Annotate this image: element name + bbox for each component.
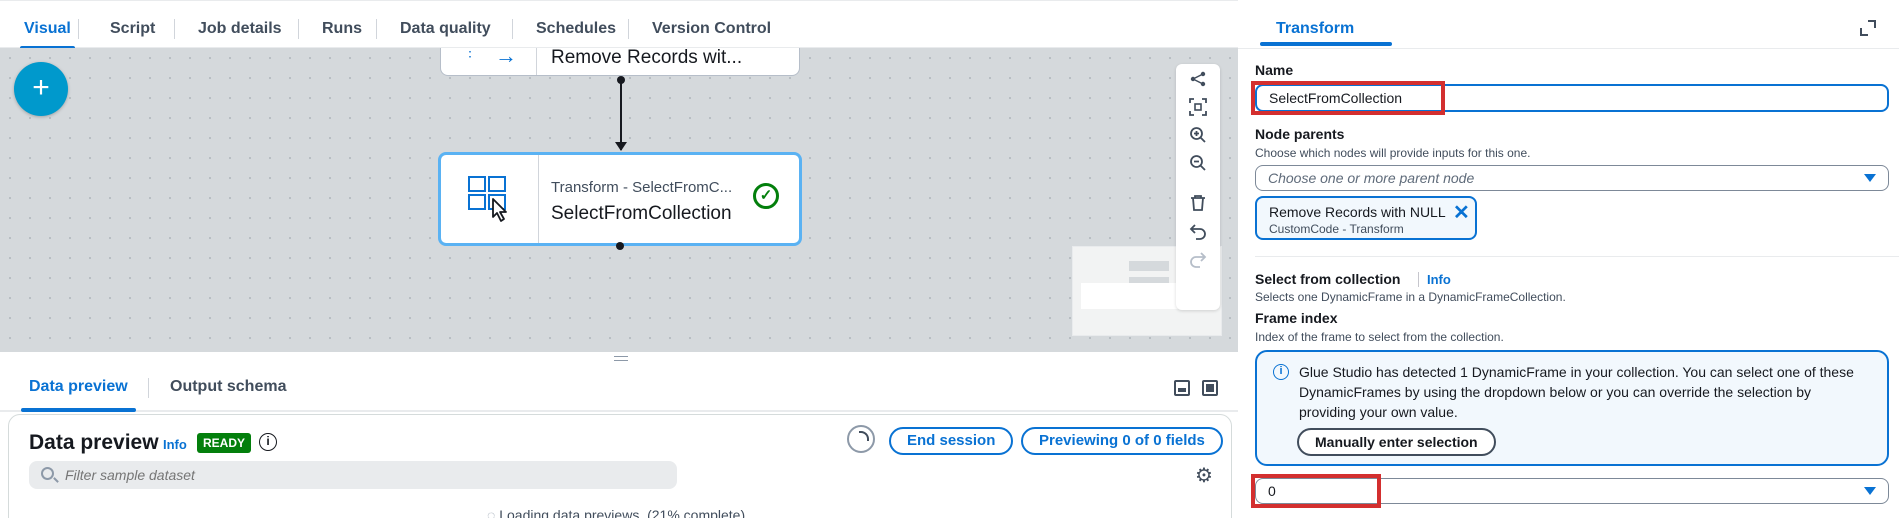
info-link[interactable]: Info [163,437,187,452]
tab-separator [174,19,175,39]
search-icon [41,467,54,480]
highlight-box [1251,474,1381,508]
node-title: SelectFromCollection [551,203,732,224]
add-node-button[interactable]: + [14,62,68,116]
panel-resize-handle[interactable] [0,352,1238,366]
tab-version-control[interactable]: Version Control [648,9,775,49]
split-full-icon[interactable] [1202,380,1218,396]
zoom-in-icon[interactable] [1186,126,1210,150]
loading-status: ◌ Loading data previews. (21% complete) [487,507,745,518]
connector-dot[interactable] [616,242,624,250]
tab-separator [78,19,79,39]
caret-down-icon [1864,174,1876,182]
filter-field[interactable] [29,461,677,489]
node-connector [620,80,622,150]
previewing-fields-button[interactable]: Previewing 0 of 0 fields [1021,427,1223,455]
data-preview-title: Data preview [29,431,159,454]
expand-icon[interactable] [1860,20,1876,36]
node-icon-box [441,155,539,243]
transform-panel: Transform Name Node parents Choose which… [1238,0,1899,518]
workflow-canvas[interactable]: + ⋮ → Remove Records wit... Transform - … [0,48,1238,352]
loading-spinner-icon: ◌ [487,507,496,518]
node-remove-records[interactable]: ⋮ → Remove Records wit... [440,48,800,76]
bottom-tab-bar: Data preview Output schema [0,366,1238,412]
delete-icon[interactable] [1186,194,1210,218]
section-description: Selects one DynamicFrame in a DynamicFra… [1255,290,1566,304]
node-subtitle: Transform - SelectFromC... [551,179,733,196]
frame-index-description: Index of the frame to select from the co… [1255,330,1504,344]
frame-index-label: Frame index [1255,310,1338,326]
zoom-out-icon[interactable] [1186,154,1210,178]
tab-output-schema[interactable]: Output schema [170,378,286,396]
layout-icon[interactable] [1186,70,1210,94]
canvas-toolbar [1176,64,1220,310]
tab-separator [148,378,149,398]
node-icon-box: ⋮ → [441,48,537,75]
tab-separator [512,19,513,39]
caret-down-icon [1864,487,1876,495]
tab-script[interactable]: Script [106,9,159,49]
tab-job-details[interactable]: Job details [194,9,286,49]
tab-runs[interactable]: Runs [318,9,366,49]
connector-dot[interactable] [617,76,625,84]
tab-transform[interactable]: Transform [1276,20,1354,38]
code-dots-icon: ⋮ [463,48,477,59]
tab-schedules[interactable]: Schedules [532,9,620,49]
refresh-spinner-icon [847,425,875,453]
loading-text: Loading data previews. (21% complete) [499,507,746,518]
status-badge: READY [197,433,252,453]
node-title: Remove Records wit... [551,48,743,68]
info-icon: i [1273,364,1289,380]
settings-gear-icon[interactable]: ⚙ [1195,463,1213,488]
tab-separator [628,19,629,39]
minimap-node [1129,261,1169,271]
connector-arrow-icon [615,142,627,151]
tab-separator [298,19,299,39]
split-horizontal-icon[interactable] [1174,380,1190,396]
divider [1255,256,1899,257]
minimap-viewport [1081,283,1181,309]
manually-enter-selection-button[interactable]: Manually enter selection [1297,428,1496,456]
highlight-box [1251,81,1445,115]
remove-token-icon[interactable]: ✕ [1453,200,1470,225]
undo-icon[interactable] [1186,222,1210,246]
info-circle-icon[interactable]: i [259,433,277,451]
select-placeholder: Choose one or more parent node [1268,170,1475,186]
success-check-icon: ✓ [753,183,779,209]
divider [1238,48,1899,49]
select-collection-icon [468,176,507,222]
alert-message: Glue Studio has detected 1 DynamicFrame … [1299,364,1854,420]
node-parents-description: Choose which nodes will provide inputs f… [1255,146,1531,160]
data-preview-card: Data preview Info READY i End session Pr… [8,414,1232,518]
node-select-from-collection[interactable]: Transform - SelectFromC... SelectFromCol… [438,152,802,246]
section-title: Select from collection [1255,271,1401,287]
node-parents-select[interactable]: Choose one or more parent node [1255,165,1889,191]
token-subtitle: CustomCode - Transform [1269,222,1404,236]
tab-separator [376,19,377,39]
parent-token: Remove Records with NULL CustomCode - Tr… [1255,196,1477,240]
info-link[interactable]: Info [1418,272,1451,287]
tab-underline [1260,42,1392,46]
drag-grip-icon [614,356,628,361]
node-parents-label: Node parents [1255,126,1345,142]
token-title: Remove Records with NULL [1269,204,1446,220]
tab-data-preview[interactable]: Data preview [21,378,136,412]
redo-icon[interactable] [1186,250,1210,274]
top-tab-bar: Visual Script Job details Runs Data qual… [0,0,1238,50]
filter-input[interactable] [65,464,665,486]
end-session-button[interactable]: End session [889,427,1014,455]
tab-visual[interactable]: Visual [20,9,75,50]
fit-view-icon[interactable] [1186,98,1210,122]
tab-data-quality[interactable]: Data quality [396,9,495,49]
arrow-right-icon: → [495,48,517,68]
name-label: Name [1255,62,1294,78]
info-alert: i Glue Studio has detected 1 DynamicFram… [1255,350,1889,466]
